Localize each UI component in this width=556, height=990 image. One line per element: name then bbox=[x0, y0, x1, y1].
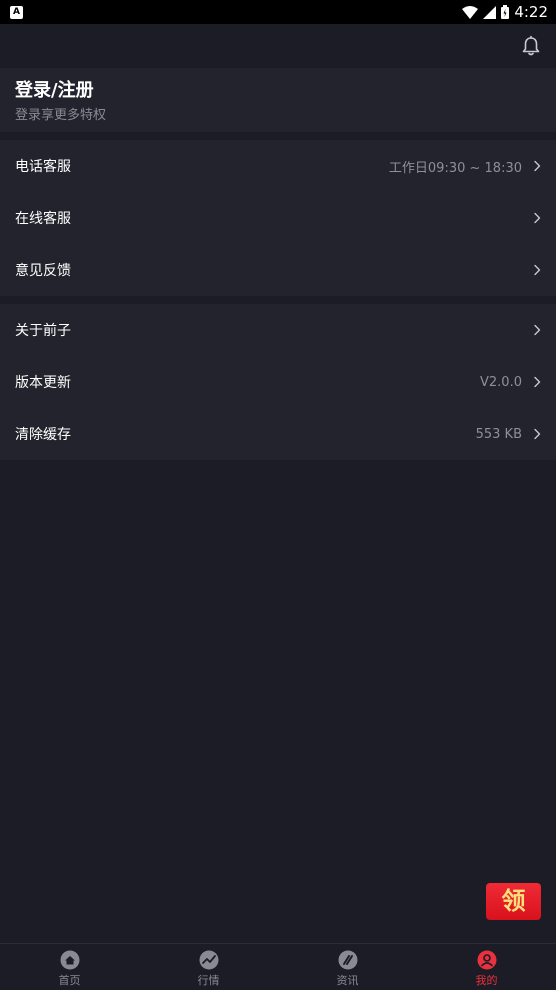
app-group: 关于前子 版本更新 V2.0.0 清除缓存 553 KB bbox=[0, 304, 556, 460]
tab-label: 资讯 bbox=[336, 974, 359, 987]
row-label: 电话客服 bbox=[15, 159, 71, 175]
tab-profile[interactable]: 我的 bbox=[417, 944, 556, 990]
chevron-right-icon bbox=[534, 376, 541, 388]
row-label: 清除缓存 bbox=[15, 427, 71, 443]
row-value: 553 KB bbox=[475, 426, 522, 442]
status-bar: A 4:22 bbox=[0, 0, 556, 24]
chart-icon bbox=[199, 950, 218, 970]
row-value: 工作日09:30 ~ 18:30 bbox=[388, 160, 522, 176]
tab-label: 首页 bbox=[58, 974, 81, 987]
wifi-icon bbox=[462, 5, 479, 19]
row-online-support[interactable]: 在线客服 bbox=[0, 192, 556, 244]
row-clear-cache[interactable]: 清除缓存 553 KB bbox=[0, 408, 556, 460]
header bbox=[0, 24, 556, 68]
gift-claim-button[interactable]: 领 bbox=[486, 883, 541, 920]
signal-icon bbox=[483, 5, 497, 19]
bottom-tab-bar: 首页 行情 资讯 我的 bbox=[0, 943, 556, 990]
chevron-right-icon bbox=[534, 264, 541, 276]
row-feedback[interactable]: 意见反馈 bbox=[0, 244, 556, 296]
bell-icon[interactable] bbox=[520, 35, 542, 57]
row-version-update[interactable]: 版本更新 V2.0.0 bbox=[0, 356, 556, 408]
row-phone-support[interactable]: 电话客服 工作日09:30 ~ 18:30 bbox=[0, 140, 556, 192]
login-card[interactable]: 登录/注册 登录享更多特权 bbox=[0, 68, 556, 132]
login-title[interactable]: 登录/注册 bbox=[15, 80, 541, 102]
tab-label: 我的 bbox=[475, 974, 498, 987]
chevron-right-icon bbox=[534, 324, 541, 336]
tab-news[interactable]: 资讯 bbox=[278, 944, 417, 990]
news-icon bbox=[338, 950, 357, 970]
profile-icon bbox=[477, 950, 496, 970]
row-about[interactable]: 关于前子 bbox=[0, 304, 556, 356]
notification-icon: A bbox=[10, 5, 23, 19]
tab-market[interactable]: 行情 bbox=[139, 944, 278, 990]
row-label: 关于前子 bbox=[15, 323, 71, 339]
home-icon bbox=[60, 950, 79, 970]
row-label: 版本更新 bbox=[15, 375, 71, 391]
login-subtitle: 登录享更多特权 bbox=[15, 108, 107, 123]
tab-label: 行情 bbox=[197, 974, 220, 987]
row-label: 在线客服 bbox=[15, 211, 71, 227]
row-label: 意见反馈 bbox=[15, 263, 71, 279]
chevron-right-icon bbox=[534, 160, 541, 172]
tab-home[interactable]: 首页 bbox=[0, 944, 139, 990]
chevron-right-icon bbox=[534, 428, 541, 440]
row-value: V2.0.0 bbox=[480, 374, 522, 390]
battery-icon bbox=[501, 5, 510, 19]
chevron-right-icon bbox=[534, 212, 541, 224]
status-time: 4:22 bbox=[514, 3, 548, 21]
support-group: 电话客服 工作日09:30 ~ 18:30 在线客服 意见反馈 bbox=[0, 140, 556, 296]
